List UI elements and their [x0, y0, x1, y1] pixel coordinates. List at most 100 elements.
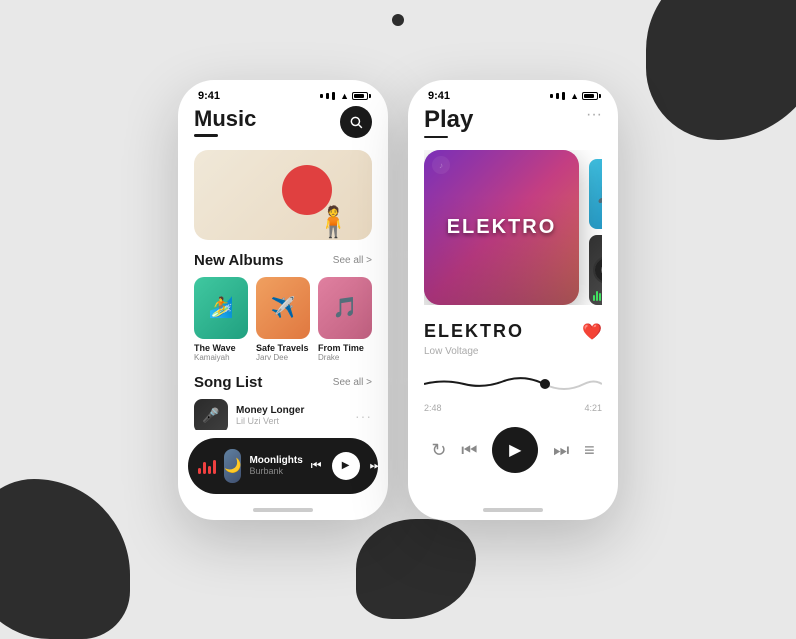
battery-icon-play [582, 92, 598, 100]
album-name-1: The Wave [194, 343, 248, 353]
time-row: 2:48 4:21 [424, 403, 602, 413]
search-button[interactable] [340, 106, 372, 138]
albums-row: 🏄 The Wave Kamaiyah ✈️ Safe Travels Jarv… [194, 277, 372, 362]
main-album-art[interactable]: ♪ ELEKTRO [424, 150, 579, 305]
song-detail-title: ELEKTRO [424, 321, 524, 342]
album-emoji-3: 🎵 [333, 295, 358, 320]
play-pause-button[interactable]: ▶ [492, 427, 538, 473]
song-dots-1[interactable]: ··· [355, 408, 372, 424]
eq-bar-2 [203, 462, 206, 474]
album-gradient-overlay: ELEKTRO [424, 150, 579, 305]
song-list-see-all[interactable]: See all > [333, 377, 372, 388]
side-album-1[interactable]: 🎵 [589, 159, 602, 229]
prev-button[interactable]: ⏮ [461, 440, 477, 461]
album-cover-1: 🏄 [194, 277, 248, 339]
signal-bar-1 [320, 94, 323, 98]
center-dot-decor [392, 14, 404, 26]
g-bar-3 [599, 293, 601, 301]
blob-bottom-left [0, 479, 130, 639]
album-emoji-1: 🏄 [209, 295, 234, 320]
heart-button[interactable]: ❤️ [582, 322, 602, 342]
play-content: Play ··· ♪ ELEKTRO 🎵 [408, 106, 618, 502]
next-button[interactable]: ⏭ [553, 440, 569, 461]
signal-bar-p3 [562, 92, 565, 100]
prev-button-mini[interactable]: ⏮ [311, 458, 322, 473]
side-album-1-art: 🎵 [596, 184, 602, 205]
play-icon: ▶ [509, 440, 521, 460]
now-playing-song: Moonlights [249, 455, 302, 466]
battery-fill [354, 94, 364, 98]
music-content: Music 🧍 New Albums See all > [178, 106, 388, 430]
song-item-1[interactable]: 🎤 Money Longer Lil Uzi Vert ··· [194, 399, 372, 430]
music-header: Music [194, 106, 372, 138]
album-item-1[interactable]: 🏄 The Wave Kamaiyah [194, 277, 248, 362]
home-indicator-play [483, 508, 543, 512]
new-albums-see-all[interactable]: See all > [333, 255, 372, 266]
total-time: 4:21 [584, 403, 602, 413]
now-playing-controls: ⏮ ▶ ⏭ [311, 452, 381, 480]
song-list: 🎤 Money Longer Lil Uzi Vert ··· 🎸 Wait F… [194, 399, 372, 430]
play-header: Play ··· [424, 106, 602, 139]
play-title-underline [424, 136, 448, 139]
side-albums: 🎵 [589, 159, 602, 305]
music-title-underline [194, 134, 218, 137]
now-playing-artist: Burbank [249, 466, 302, 476]
status-icons-play: ▲ [550, 91, 598, 101]
wifi-icon-play: ▲ [570, 91, 579, 101]
song-artist-1: Lil Uzi Vert [236, 416, 347, 426]
waveform-container[interactable] [424, 369, 602, 399]
album-item-2[interactable]: ✈️ Safe Travels Jarv Dee [256, 277, 310, 362]
new-albums-header: New Albums See all > [194, 252, 372, 269]
now-playing-info: Moonlights Burbank [249, 455, 302, 476]
music-title: Music [194, 106, 256, 132]
hero-banner: 🧍 [194, 150, 372, 240]
status-bar-play: 9:41 ▲ [408, 80, 618, 106]
song-list-header: Song List See all > [194, 374, 372, 391]
side-album-2[interactable] [589, 235, 602, 305]
wifi-icon: ▲ [340, 91, 349, 101]
song-thumb-1: 🎤 [194, 399, 228, 430]
song-detail-subtitle: Low Voltage [424, 346, 602, 357]
green-bars [593, 291, 601, 301]
song-name-1: Money Longer [236, 405, 347, 416]
blob-top-right [646, 0, 796, 140]
current-time: 2:48 [424, 403, 442, 413]
g-bar-2 [596, 291, 598, 301]
phone-music: 9:41 ▲ Music [178, 80, 388, 520]
time-music: 9:41 [198, 90, 220, 102]
repeat-button[interactable]: ↻ [431, 440, 446, 461]
search-icon [349, 115, 363, 129]
play-button-mini[interactable]: ▶ [332, 452, 360, 480]
album-emoji-2: ✈️ [271, 295, 296, 320]
album-artist-1: Kamaiyah [194, 353, 248, 362]
status-bar-music: 9:41 ▲ [178, 80, 388, 106]
home-indicator-music [253, 508, 313, 512]
playlist-button[interactable]: ≡ [584, 440, 595, 461]
album-artist-3: Drake [318, 353, 372, 362]
album-item-3[interactable]: 🎵 From Time Drake [318, 277, 372, 362]
play-controls: ↻ ⏮ ▶ ⏭ ≡ [424, 427, 602, 473]
progress-dot[interactable] [540, 379, 550, 389]
now-playing-bar: 🌙 Moonlights Burbank ⏮ ▶ ⏭ [188, 438, 378, 494]
hero-figure: 🧍 [315, 205, 352, 240]
new-albums-title: New Albums [194, 252, 283, 269]
album-artist-2: Jarv Dee [256, 353, 310, 362]
blob-bottom-right [356, 519, 476, 619]
battery-icon [352, 92, 368, 100]
play-title-wrap: Play [424, 106, 473, 139]
next-button-mini[interactable]: ⏭ [370, 458, 381, 473]
album-carousel: ♪ ELEKTRO 🎵 [424, 150, 602, 305]
g-bar-1 [593, 295, 595, 301]
music-title-wrap: Music [194, 106, 256, 137]
play-title: Play [424, 106, 473, 134]
album-cover-2: ✈️ [256, 277, 310, 339]
status-icons-music: ▲ [320, 91, 368, 101]
eq-bar-4 [213, 460, 216, 474]
signal-bar-2 [326, 93, 329, 99]
more-options-button[interactable]: ··· [586, 106, 602, 124]
phones-container: 9:41 ▲ Music [178, 80, 618, 520]
signal-bar-p1 [550, 94, 553, 98]
vinyl-disc [593, 256, 602, 284]
eq-bar-3 [208, 466, 211, 474]
song-list-title: Song List [194, 374, 262, 391]
